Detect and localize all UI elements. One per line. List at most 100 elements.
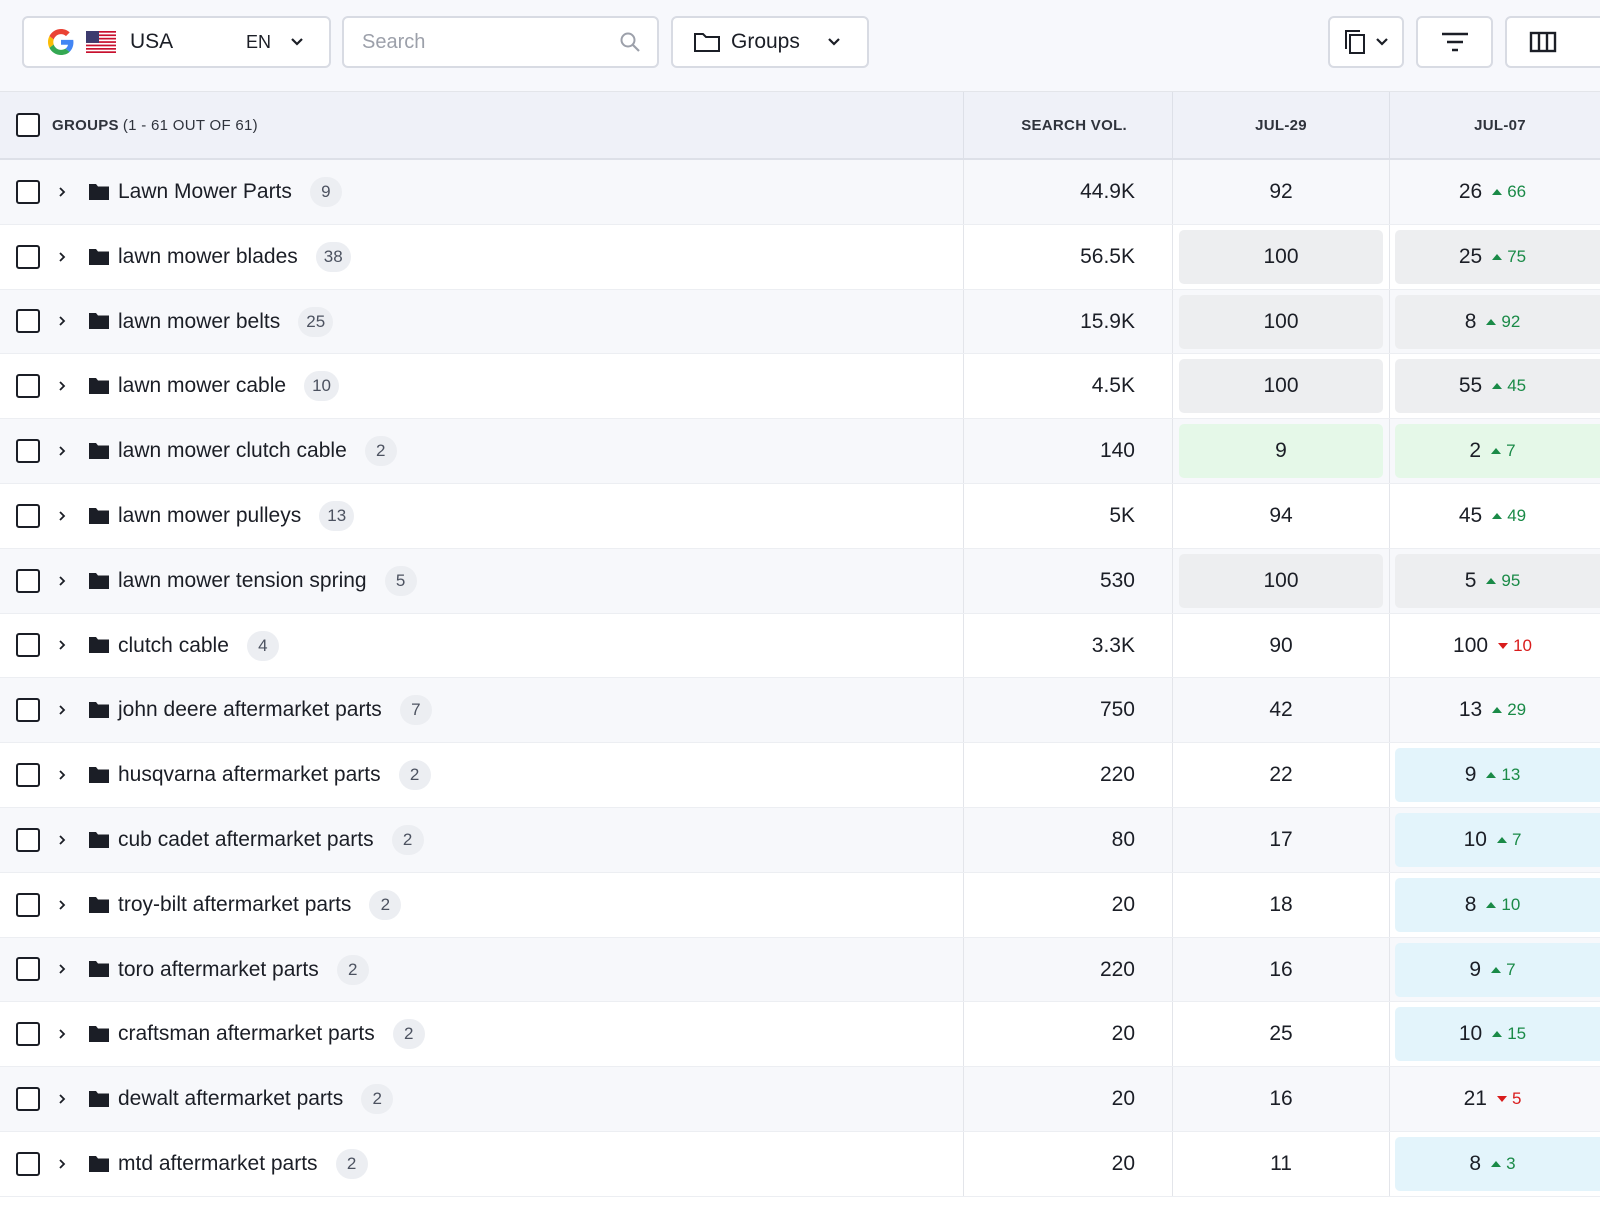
copy-button[interactable] [1328, 16, 1404, 68]
row-checkbox[interactable] [16, 892, 40, 917]
group-name-label: lawn mower clutch cable [118, 439, 347, 463]
chevron-right-icon[interactable] [56, 442, 68, 460]
position-change: 66 [1492, 182, 1526, 202]
group-name[interactable]: lawn mower cable 10 [118, 354, 339, 418]
row-checkbox[interactable] [16, 439, 40, 464]
header-search-vol[interactable]: SEARCH VOL. [963, 92, 1172, 158]
group-name[interactable]: john deere aftermarket parts 7 [118, 678, 432, 742]
chevron-right-icon[interactable] [56, 507, 68, 525]
group-name[interactable]: husqvarna aftermarket parts 2 [118, 743, 431, 807]
chevron-right-icon[interactable] [56, 960, 68, 978]
columns-button[interactable] [1505, 16, 1600, 68]
table-row[interactable]: lawn mower tension spring 5 530 100 5 95 [0, 548, 1600, 614]
position-cell-date-1: 100 [1179, 229, 1383, 284]
row-checkbox[interactable] [16, 957, 40, 982]
arrow-up-icon [1496, 836, 1507, 843]
group-name[interactable]: cub cadet aftermarket parts 2 [118, 808, 424, 872]
position-cell-date-2: 10 15 [1395, 1007, 1600, 1062]
header-date-2[interactable]: JUL-07 [1389, 92, 1600, 158]
group-name[interactable]: toro aftermarket parts 2 [118, 938, 369, 1002]
chevron-right-icon[interactable] [56, 1025, 68, 1043]
table-row[interactable]: craftsman aftermarket parts 2 20 25 10 15 [0, 1002, 1600, 1068]
position-value: 8 [1464, 892, 1477, 916]
row-checkbox[interactable] [16, 179, 40, 204]
group-name[interactable]: clutch cable 4 [118, 614, 279, 678]
group-name[interactable]: lawn mower belts 25 [118, 290, 334, 354]
chevron-right-icon[interactable] [56, 377, 68, 395]
position-cell-date-2: 8 10 [1395, 877, 1600, 932]
chevron-right-icon[interactable] [56, 183, 68, 201]
filter-button[interactable] [1416, 16, 1493, 68]
row-checkbox[interactable] [16, 309, 40, 334]
group-name[interactable]: lawn mower clutch cable 2 [118, 419, 397, 483]
chevron-right-icon[interactable] [56, 572, 68, 590]
table-row[interactable]: lawn mower belts 25 15.9K 100 8 92 [0, 289, 1600, 355]
change-value: 92 [1501, 311, 1521, 331]
position-change: 13 [1486, 765, 1520, 785]
position-value: 10 [1463, 827, 1487, 851]
arrow-up-icon [1491, 448, 1502, 455]
column-divider [1389, 872, 1390, 937]
keyword-count-badge: 2 [361, 1084, 394, 1115]
keyword-count-badge: 2 [398, 760, 431, 791]
row-checkbox[interactable] [16, 698, 40, 723]
group-name[interactable]: mtd aftermarket parts 2 [118, 1132, 368, 1196]
chevron-right-icon[interactable] [56, 1090, 68, 1108]
row-checkbox[interactable] [16, 1151, 40, 1176]
row-checkbox[interactable] [16, 244, 40, 269]
groups-dropdown[interactable]: Groups [671, 16, 869, 68]
search-volume-cell: 20 [1111, 892, 1135, 916]
select-all-checkbox[interactable] [16, 113, 40, 137]
chevron-right-icon[interactable] [56, 896, 68, 914]
table-row[interactable]: cub cadet aftermarket parts 2 80 17 10 7 [0, 807, 1600, 873]
header-date-1[interactable]: JUL-29 [1172, 92, 1389, 158]
group-name[interactable]: lawn mower blades 38 [118, 225, 351, 289]
group-name[interactable]: lawn mower pulleys 13 [118, 484, 355, 548]
chevron-right-icon[interactable] [56, 248, 68, 266]
folder-icon [89, 702, 109, 719]
table-row[interactable]: Lawn Mower Parts 9 44.9K 92 26 66 [0, 160, 1600, 225]
table-row[interactable]: lawn mower pulleys 13 5K 94 45 49 [0, 483, 1600, 549]
row-checkbox[interactable] [16, 763, 40, 788]
table-row[interactable]: troy-bilt aftermarket parts 2 20 18 8 10 [0, 872, 1600, 938]
row-checkbox[interactable] [16, 374, 40, 399]
chevron-right-icon[interactable] [56, 1155, 68, 1173]
location-selector[interactable]: USA EN [22, 16, 331, 68]
table-row[interactable]: husqvarna aftermarket parts 2 220 22 9 13 [0, 743, 1600, 808]
chevron-down-icon [1376, 38, 1388, 46]
row-checkbox[interactable] [16, 503, 40, 528]
table-row[interactable]: toro aftermarket parts 2 220 16 9 7 [0, 937, 1600, 1003]
row-checkbox[interactable] [16, 568, 40, 593]
row-checkbox[interactable] [16, 827, 40, 852]
group-name-label: husqvarna aftermarket parts [118, 763, 381, 787]
us-flag-icon [86, 31, 116, 53]
search-placeholder: Search [362, 30, 426, 53]
position-cell-date-1: 100 [1179, 553, 1383, 608]
chevron-right-icon[interactable] [56, 636, 68, 654]
table-row[interactable]: lawn mower blades 38 56.5K 100 25 75 [0, 224, 1600, 290]
chevron-right-icon[interactable] [56, 766, 68, 784]
group-name[interactable]: dewalt aftermarket parts 2 [118, 1067, 394, 1131]
group-name[interactable]: Lawn Mower Parts 9 [118, 160, 342, 224]
column-divider [1389, 743, 1390, 807]
group-name[interactable]: lawn mower tension spring 5 [118, 549, 417, 613]
group-name[interactable]: troy-bilt aftermarket parts 2 [118, 873, 402, 937]
position-cell-date-1: 18 [1179, 878, 1383, 932]
table-row[interactable]: lawn mower cable 10 4.5K 100 55 45 [0, 354, 1600, 420]
table-row[interactable]: dewalt aftermarket parts 2 20 16 21 5 [0, 1067, 1600, 1132]
row-checkbox[interactable] [16, 1087, 40, 1112]
chevron-right-icon[interactable] [56, 312, 68, 330]
row-checkbox[interactable] [16, 1022, 40, 1047]
chevron-right-icon[interactable] [56, 831, 68, 849]
change-value: 13 [1501, 765, 1521, 785]
search-input[interactable]: Search [342, 16, 659, 68]
table-row[interactable]: clutch cable 4 3.3K 90 100 10 [0, 613, 1600, 679]
position-cell-date-2: 100 10 [1395, 619, 1600, 673]
table-row[interactable]: john deere aftermarket parts 7 750 42 13 29 [0, 678, 1600, 744]
table-row[interactable]: mtd aftermarket parts 2 20 11 8 3 [0, 1131, 1600, 1197]
change-value: 45 [1507, 376, 1527, 396]
table-row[interactable]: lawn mower clutch cable 2 140 9 2 7 [0, 419, 1600, 484]
chevron-right-icon[interactable] [56, 701, 68, 719]
group-name[interactable]: craftsman aftermarket parts 2 [118, 1002, 425, 1066]
row-checkbox[interactable] [16, 633, 40, 658]
